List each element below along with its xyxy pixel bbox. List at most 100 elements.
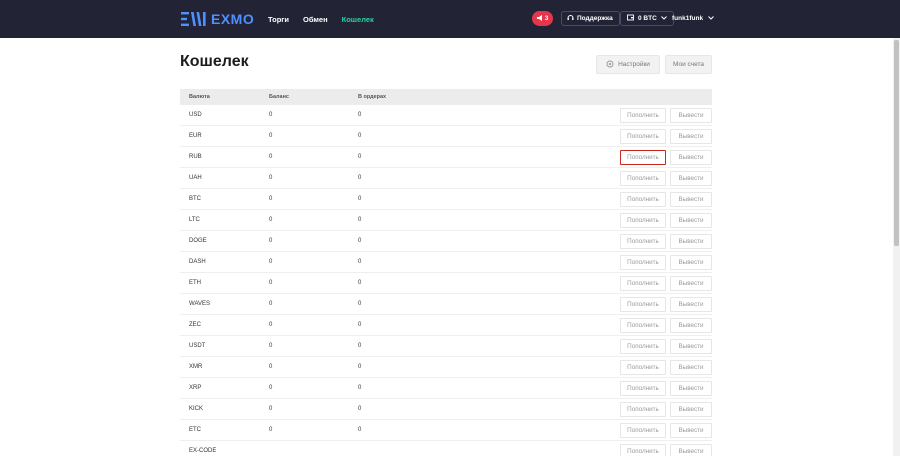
withdraw-button[interactable]: Вывести [670, 171, 712, 186]
deposit-button[interactable]: Пополнить [620, 150, 666, 165]
withdraw-button[interactable]: Вывести [670, 129, 712, 144]
withdraw-button[interactable]: Вывести [670, 276, 712, 291]
support-button[interactable]: Поддержка [561, 11, 620, 26]
row-actions: Пополнить Вывести [620, 339, 712, 354]
currency-cell: UAH [189, 175, 202, 181]
withdraw-button[interactable]: Вывести [670, 150, 712, 165]
gear-icon [606, 60, 614, 70]
table-row: KICK 0 0 Пополнить Вывести [180, 399, 712, 420]
in-orders-cell: 0 [358, 322, 362, 328]
page-title: Кошелек [180, 53, 249, 70]
withdraw-button[interactable]: Вывести [670, 297, 712, 312]
deposit-button[interactable]: Пополнить [620, 213, 666, 228]
exmo-logo[interactable]: EXMO [181, 11, 254, 27]
deposit-button[interactable]: Пополнить [620, 171, 666, 186]
top-navigation-bar: EXMO Торги Обмен Кошелек 3 Поддержка 0 B… [0, 0, 900, 38]
nav-exchange[interactable]: Обмен [303, 15, 328, 24]
table-row: DASH 0 0 Пополнить Вывести [180, 252, 712, 273]
balance-cell: 0 [269, 133, 273, 139]
withdraw-button[interactable]: Вывести [670, 423, 712, 438]
row-actions: Пополнить Вывести [620, 255, 712, 270]
row-actions: Пополнить Вывести [620, 234, 712, 249]
balance-cell: 0 [269, 343, 273, 349]
notifications-button[interactable]: 3 [532, 11, 553, 26]
row-actions: Пополнить Вывести [620, 129, 712, 144]
withdraw-button[interactable]: Вывести [670, 213, 712, 228]
in-orders-cell: 0 [358, 343, 362, 349]
deposit-button[interactable]: Пополнить [620, 255, 666, 270]
table-row: XRP 0 0 Пополнить Вывести [180, 378, 712, 399]
deposit-button[interactable]: Пополнить [620, 423, 666, 438]
my-accounts-button[interactable]: Мои счета [665, 55, 712, 74]
deposit-button[interactable]: Пополнить [620, 234, 666, 249]
balance-dropdown[interactable]: 0 BTC [620, 11, 674, 26]
in-orders-cell: 0 [358, 196, 362, 202]
balance-cell: 0 [269, 154, 273, 160]
row-actions: Пополнить Вывести [620, 318, 712, 333]
deposit-button[interactable]: Пополнить [620, 318, 666, 333]
row-actions: Пополнить Вывести [620, 171, 712, 186]
table-row: UAH 0 0 Пополнить Вывести [180, 168, 712, 189]
table-row: ETC 0 0 Пополнить Вывести [180, 420, 712, 441]
nav-wallet[interactable]: Кошелек [342, 15, 374, 24]
table-row: ETH 0 0 Пополнить Вывести [180, 273, 712, 294]
table-row: RUB 0 0 Пополнить Вывести [180, 147, 712, 168]
withdraw-button[interactable]: Вывести [670, 444, 712, 456]
currency-cell: XRP [189, 385, 202, 391]
row-actions: Пополнить Вывести [620, 381, 712, 396]
row-actions: Пополнить Вывести [620, 402, 712, 417]
withdraw-button[interactable]: Вывести [670, 339, 712, 354]
deposit-button[interactable]: Пополнить [620, 402, 666, 417]
row-actions: Пополнить Вывести [620, 297, 712, 312]
balance-cell: 0 [269, 280, 273, 286]
nav-trading[interactable]: Торги [268, 15, 289, 24]
withdraw-button[interactable]: Вывести [670, 234, 712, 249]
table-row: ZEC 0 0 Пополнить Вывести [180, 315, 712, 336]
table-row: WAVES 0 0 Пополнить Вывести [180, 294, 712, 315]
deposit-button[interactable]: Пополнить [620, 129, 666, 144]
scrollbar-thumb[interactable] [894, 40, 899, 246]
deposit-button[interactable]: Пополнить [620, 381, 666, 396]
deposit-button[interactable]: Пополнить [620, 339, 666, 354]
table-row: BTC 0 0 Пополнить Вывести [180, 189, 712, 210]
table-row: USD 0 0 Пополнить Вывести [180, 105, 712, 126]
balance-cell: 0 [269, 175, 273, 181]
currency-cell: USDT [189, 343, 206, 349]
main-nav: Торги Обмен Кошелек [268, 0, 374, 38]
balance-cell: 0 [269, 427, 273, 433]
currency-cell: DOGE [189, 238, 207, 244]
withdraw-button[interactable]: Вывести [670, 108, 712, 123]
withdraw-button[interactable]: Вывести [670, 318, 712, 333]
withdraw-button[interactable]: Вывести [670, 255, 712, 270]
row-actions: Пополнить Вывести [620, 108, 712, 123]
withdraw-button[interactable]: Вывести [670, 360, 712, 375]
row-actions: Пополнить Вывести [620, 276, 712, 291]
in-orders-cell: 0 [358, 217, 362, 223]
table-row: EX-CODE Пополнить Вывести [180, 441, 712, 456]
in-orders-cell: 0 [358, 175, 362, 181]
wallet-table: Валюта Баланс В ордерах USD 0 0 Пополнить Вы… [180, 89, 712, 456]
withdraw-button[interactable]: Вывести [670, 381, 712, 396]
deposit-button[interactable]: Пополнить [620, 276, 666, 291]
withdraw-button[interactable]: Вывести [670, 402, 712, 417]
headset-icon [567, 14, 574, 23]
currency-cell: BTC [189, 196, 201, 202]
in-orders-cell: 0 [358, 259, 362, 265]
username: funk1funk [672, 15, 704, 22]
balance-cell: 0 [269, 196, 273, 202]
withdraw-button[interactable]: Вывести [670, 192, 712, 207]
currency-cell: EUR [189, 133, 202, 139]
user-menu[interactable]: funk1funk [668, 11, 718, 26]
deposit-button[interactable]: Пополнить [620, 444, 666, 456]
support-label: Поддержка [577, 15, 613, 22]
deposit-button[interactable]: Пополнить [620, 297, 666, 312]
header-currency: Валюта [189, 94, 210, 100]
deposit-button[interactable]: Пополнить [620, 360, 666, 375]
row-actions: Пополнить Вывести [620, 150, 712, 165]
table-header: Валюта Баланс В ордерах [180, 89, 712, 105]
deposit-button[interactable]: Пополнить [620, 108, 666, 123]
chevron-down-icon [708, 15, 714, 22]
settings-button[interactable]: Настройки [596, 55, 660, 74]
exmo-logo-mark-icon [181, 12, 209, 26]
deposit-button[interactable]: Пополнить [620, 192, 666, 207]
